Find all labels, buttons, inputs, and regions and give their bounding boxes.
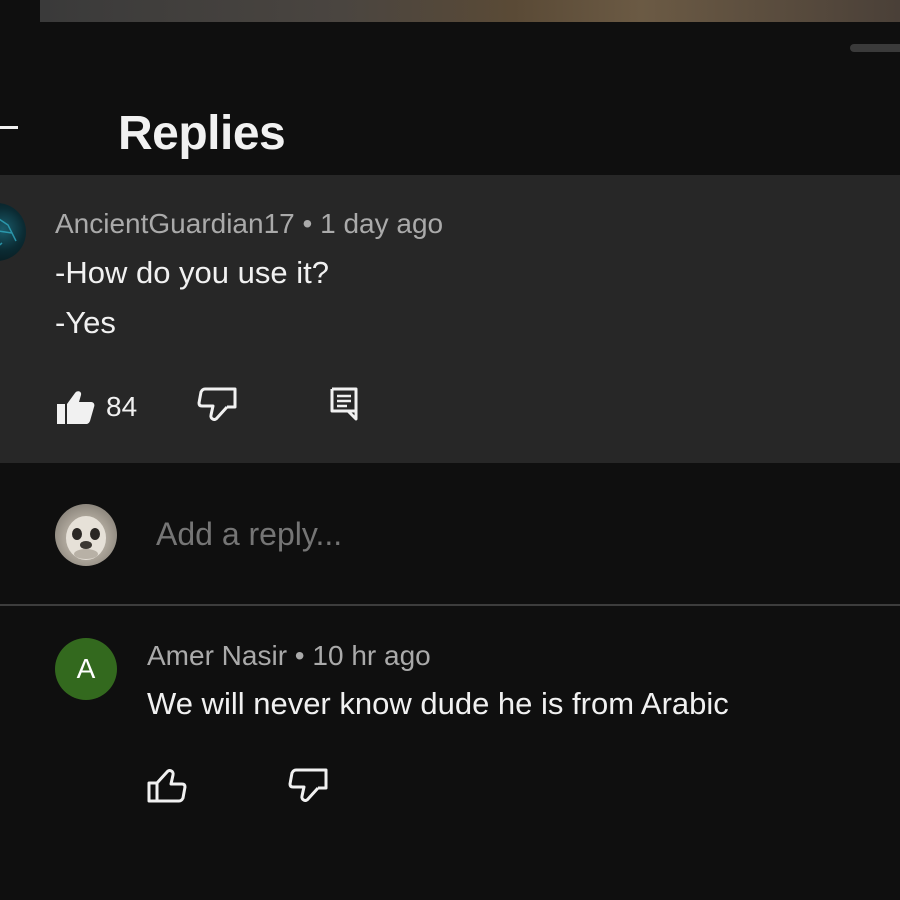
video-player-strip[interactable] (0, 0, 900, 22)
reply-input[interactable] (156, 516, 856, 553)
comment-time: 10 hr ago (312, 640, 431, 671)
parent-comment: AncientGuardian17 • 1 day ago -How do yo… (0, 175, 900, 463)
comment-text: We will never know dude he is from Arabi… (147, 686, 729, 721)
comment-meta: AncientGuardian17 • 1 day ago (55, 208, 443, 240)
comment-time: 1 day ago (320, 208, 444, 239)
thumbs-up-icon[interactable] (147, 767, 187, 808)
comment-text-line: -Yes (55, 305, 116, 340)
divider (0, 604, 900, 606)
meta-separator: • (302, 208, 313, 239)
avatar[interactable]: A (55, 638, 117, 700)
like-count: 84 (106, 391, 138, 422)
comment-meta: Amer Nasir • 10 hr ago (147, 640, 431, 672)
back-arrow-icon[interactable] (0, 126, 18, 129)
comment-author[interactable]: Amer Nasir (147, 640, 287, 671)
add-reply-row (0, 464, 900, 604)
avatar-letter: A (76, 653, 96, 684)
video-frame (40, 0, 900, 22)
comment-text-line: -How do you use it? (55, 255, 329, 290)
avatar[interactable] (0, 203, 26, 261)
comment-author[interactable]: AncientGuardian17 (55, 208, 295, 239)
thumbs-down-icon[interactable] (197, 387, 237, 428)
thumbs-down-icon[interactable] (288, 768, 328, 809)
page-title: Replies (118, 107, 286, 160)
replies-header: Replies (0, 22, 900, 174)
thumbs-up-filled-icon[interactable] (56, 389, 96, 430)
reply-comment-icon[interactable] (330, 387, 358, 426)
avatar (55, 504, 117, 566)
meta-separator: • (294, 640, 305, 671)
